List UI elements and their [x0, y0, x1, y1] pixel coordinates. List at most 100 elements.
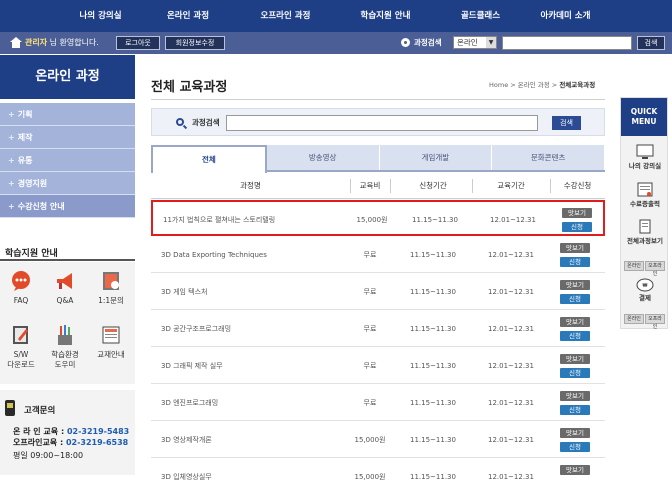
- note-icon: [103, 272, 119, 290]
- chevron-down-icon: ▼: [486, 37, 496, 48]
- study-period: 12.01~12.31: [488, 251, 534, 259]
- cs-online: 온 라 인 교육 : 02-3219-5483: [13, 427, 130, 436]
- qna-link[interactable]: Q&A: [44, 270, 86, 306]
- study-period: 12.01~12.31: [490, 216, 536, 224]
- course-search-button[interactable]: 검색: [552, 116, 581, 130]
- nav-academy-intro[interactable]: 아카데미 소개: [518, 0, 613, 32]
- tab-broadcast[interactable]: 방송영상: [266, 145, 380, 170]
- quick-courses-offline[interactable]: 오프라인: [645, 261, 665, 277]
- cs-offline: 오프라인교육 : 02-3219-6538: [13, 438, 129, 447]
- sidebar-item-production[interactable]: + 제작: [0, 126, 135, 149]
- nav-learning-support[interactable]: 학습지원 안내: [328, 0, 443, 32]
- divider: [0, 259, 135, 261]
- nav-offline-course[interactable]: 오프라인 과정: [243, 0, 328, 32]
- quick-certificate[interactable]: 수료증출력: [621, 182, 669, 209]
- apply-button[interactable]: 신청: [560, 368, 590, 378]
- quick-all-courses[interactable]: 전체과정보기: [621, 219, 669, 246]
- sidebar-item-distribution[interactable]: + 유통: [0, 149, 135, 172]
- preview-button[interactable]: 맛보기: [560, 465, 590, 475]
- study-period: 12.01~12.31: [488, 288, 534, 296]
- tab-all[interactable]: 전체: [151, 145, 267, 173]
- apply-button[interactable]: 신청: [562, 222, 592, 232]
- edit-profile-button[interactable]: 회원정보수정: [165, 36, 225, 50]
- phone-icon: [5, 400, 15, 416]
- course-name[interactable]: 11가지 법칙으로 펼쳐내는 스토리텔링: [163, 202, 275, 238]
- apply-button[interactable]: 신청: [560, 331, 590, 341]
- col-course-name: 과정명: [240, 181, 261, 190]
- svg-text:₩: ₩: [643, 283, 648, 289]
- apply-period: 11.15~11.30: [410, 288, 456, 296]
- preview-button[interactable]: 맛보기: [560, 391, 590, 401]
- preview-button[interactable]: 맛보기: [562, 208, 592, 218]
- divider: [472, 179, 473, 193]
- quick-payment-offline[interactable]: 오프라인: [645, 314, 665, 330]
- faq-link[interactable]: FAQ: [0, 270, 42, 306]
- cs-title: 고객문의: [24, 406, 56, 416]
- course-name[interactable]: 3D 게임 텍스처: [161, 274, 208, 310]
- quick-payment[interactable]: ₩ 결제: [621, 278, 669, 303]
- apply-period: 11.15~11.30: [410, 473, 456, 480]
- tab-game[interactable]: 게임개발: [379, 145, 493, 170]
- nav-gold-class[interactable]: 골드클래스: [443, 0, 518, 32]
- apply-period: 11.15~11.30: [410, 362, 456, 370]
- course-name[interactable]: 3D Data Exporting Techniques: [161, 237, 267, 273]
- apply-button[interactable]: 신청: [560, 405, 590, 415]
- tab-culture[interactable]: 문화콘텐츠: [492, 145, 605, 170]
- preview-button[interactable]: 맛보기: [560, 243, 590, 253]
- support-grid: FAQ Q&A 1:1문의 S/W 다운로드 학습환경 도우미 교재안내: [0, 262, 135, 384]
- logout-button[interactable]: 로그아웃: [116, 36, 160, 50]
- table-header: 과정명 교육비 신청기간 교육기간 수강신청: [151, 173, 605, 199]
- nav-online-course[interactable]: 온라인 과정: [133, 0, 243, 32]
- plus-icon: +: [8, 156, 15, 165]
- apply-period: 11.15~11.30: [410, 325, 456, 333]
- breadcrumb: Home > 온라인 과정 > 전체교육과정: [489, 81, 596, 89]
- course-name[interactable]: 3D 공간구조프로그래밍: [161, 311, 231, 347]
- sidebar-item-planning[interactable]: + 기획: [0, 103, 135, 126]
- sidebar-item-enrollment-guide[interactable]: + 수강신청 안내: [0, 195, 135, 218]
- table-row: 3D 입체영상실무 15,000원 11.15~11.30 12.01~12.3…: [151, 459, 605, 480]
- welcome-text: 관리자 님 환영합니다.: [25, 36, 99, 49]
- study-period: 12.01~12.31: [488, 436, 534, 444]
- apply-button[interactable]: 신청: [560, 442, 590, 452]
- top-search-input[interactable]: [502, 36, 632, 50]
- login-bar: 관리자 님 환영합니다. 로그아웃 회원정보수정 과정검색 온라인 ▼ 검색: [0, 32, 672, 54]
- course-name[interactable]: 3D 영상제작개론: [161, 422, 212, 458]
- preview-button[interactable]: 맛보기: [560, 354, 590, 364]
- nav-my-classroom[interactable]: 나의 강의실: [68, 0, 133, 32]
- course-search-input[interactable]: [226, 115, 538, 131]
- plus-icon: +: [8, 133, 15, 142]
- top-search-button[interactable]: 검색: [637, 36, 665, 50]
- course-name[interactable]: 3D 그래픽 제작 실무: [161, 348, 223, 384]
- sw-download-link[interactable]: S/W 다운로드: [0, 324, 42, 370]
- apply-button[interactable]: 신청: [560, 294, 590, 304]
- learning-env-link[interactable]: 학습환경 도우미: [44, 324, 86, 370]
- top-navigation: 나의 강의실 온라인 과정 오프라인 과정 학습지원 안내 골드클래스 아카데미…: [0, 0, 672, 32]
- search-dot-icon: [401, 38, 410, 47]
- course-name[interactable]: 3D 입체영상실무: [161, 467, 212, 480]
- course-name[interactable]: 3D 엔진프로그래밍: [161, 385, 218, 421]
- quick-my-classroom[interactable]: 나의 강의실: [621, 144, 669, 171]
- study-period: 12.01~12.31: [488, 325, 534, 333]
- document-icon: [639, 219, 651, 234]
- coin-icon: ₩: [636, 278, 654, 292]
- col-fee: 교육비: [359, 181, 381, 190]
- textbook-link[interactable]: 교재안내: [90, 324, 132, 360]
- quick-courses-online[interactable]: 온라인: [624, 261, 644, 271]
- preview-button[interactable]: 맛보기: [560, 428, 590, 438]
- apply-period: 11.15~11.30: [410, 399, 456, 407]
- course-fee: 무료: [363, 251, 377, 259]
- table-row: 3D 게임 텍스처 무료 11.15~11.30 12.01~12.31 맛보기…: [151, 274, 605, 310]
- search-category-select[interactable]: 온라인 ▼: [453, 36, 497, 49]
- sidebar-item-management[interactable]: + 경영지원: [0, 172, 135, 195]
- quick-payment-online[interactable]: 온라인: [624, 314, 644, 324]
- preview-button[interactable]: 맛보기: [560, 317, 590, 327]
- welcome-suffix: 님 환영합니다.: [49, 38, 99, 47]
- study-period: 12.01~12.31: [488, 399, 534, 407]
- page-title: 전체 교육과정: [151, 80, 228, 95]
- category-tabs: 전체 방송영상 게임개발 문화콘텐츠: [151, 145, 605, 173]
- table-row: 3D 공간구조프로그래밍 무료 11.15~11.30 12.01~12.31 …: [151, 311, 605, 347]
- apply-button[interactable]: 신청: [560, 257, 590, 267]
- document-pen-icon: [13, 326, 28, 344]
- preview-button[interactable]: 맛보기: [560, 280, 590, 290]
- inquiry-link[interactable]: 1:1문의: [90, 270, 132, 306]
